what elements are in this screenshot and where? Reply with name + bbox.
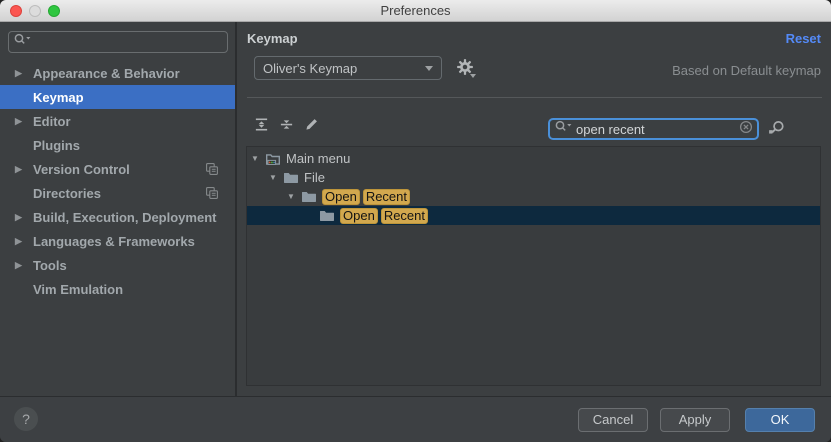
chevron-expanded-icon[interactable]: ▼ xyxy=(267,173,279,182)
project-level-icon xyxy=(205,186,219,200)
chevron-expanded-icon[interactable]: ▼ xyxy=(285,192,297,201)
sidebar-item-build-execution-deployment[interactable]: ▶Build, Execution, Deployment xyxy=(0,205,235,229)
sidebar-items: ▶Appearance & BehaviorKeymap▶EditorPlugi… xyxy=(0,61,235,301)
minimize-window-button xyxy=(29,5,41,17)
collapse-all-button[interactable] xyxy=(277,118,295,136)
chevron-right-icon[interactable]: ▶ xyxy=(15,212,33,223)
sidebar-item-label: Plugins xyxy=(33,138,80,153)
sidebar-item-appearance-behavior[interactable]: ▶Appearance & Behavior xyxy=(0,61,235,85)
preferences-window: Preferences ▶Appearance & BehaviorKeymap… xyxy=(0,0,831,442)
apply-button[interactable]: Apply xyxy=(660,408,730,432)
keymap-toolbar xyxy=(252,118,320,136)
tree-row-main-menu[interactable]: ▼ Main menu xyxy=(247,149,820,168)
sidebar-item-label: Keymap xyxy=(33,90,84,105)
sidebar-item-plugins[interactable]: Plugins xyxy=(0,133,235,157)
chevron-right-icon[interactable]: ▶ xyxy=(15,260,33,271)
tree-row-label: File xyxy=(304,170,325,185)
keymap-panel: Keymap Reset Oliver's Keymap Based on De… xyxy=(237,22,831,396)
sidebar-item-version-control[interactable]: ▶Version Control xyxy=(0,157,235,181)
search-match-highlight: Open xyxy=(340,208,378,224)
sidebar-item-label: Editor xyxy=(33,114,71,129)
sidebar-item-label: Vim Emulation xyxy=(33,282,123,297)
sidebar-item-editor[interactable]: ▶Editor xyxy=(0,109,235,133)
chevron-right-icon[interactable]: ▶ xyxy=(15,116,33,127)
chevron-right-icon[interactable]: ▶ xyxy=(15,236,33,247)
dialog-footer: ? Cancel Apply OK xyxy=(0,396,831,442)
zoom-window-button[interactable] xyxy=(48,5,60,17)
search-match-highlight: Open xyxy=(322,189,360,205)
expand-all-icon xyxy=(254,117,269,137)
chevron-right-icon[interactable]: ▶ xyxy=(15,68,33,79)
actions-tree: ▼Main menu▼File▼OpenRecentOpenRecent xyxy=(246,146,821,386)
settings-sidebar: ▶Appearance & BehaviorKeymap▶EditorPlugi… xyxy=(0,22,237,396)
collapse-all-icon xyxy=(279,117,294,137)
ok-button[interactable]: OK xyxy=(745,408,815,432)
expand-all-button[interactable] xyxy=(252,118,270,136)
keymap-select[interactable]: Oliver's Keymap xyxy=(254,56,442,80)
sidebar-item-tools[interactable]: ▶Tools xyxy=(0,253,235,277)
folder-icon xyxy=(283,170,299,186)
action-search-input[interactable] xyxy=(576,122,739,137)
search-match-highlight: Recent xyxy=(363,189,410,205)
sidebar-item-label: Appearance & Behavior xyxy=(33,66,180,81)
cancel-button[interactable]: Cancel xyxy=(578,408,648,432)
chevron-down-icon xyxy=(425,66,433,71)
sidebar-item-vim-emulation[interactable]: Vim Emulation xyxy=(0,277,235,301)
sidebar-item-directories[interactable]: Directories xyxy=(0,181,235,205)
page-title: Keymap xyxy=(247,31,298,46)
settings-search-input[interactable] xyxy=(33,35,223,50)
keymap-select-value: Oliver's Keymap xyxy=(263,61,357,76)
tree-row-open-recent[interactable]: ▼ OpenRecent xyxy=(247,187,820,206)
project-level-icon xyxy=(205,162,219,176)
folder-icon xyxy=(301,189,317,205)
edit-shortcut-button[interactable] xyxy=(302,118,320,136)
sidebar-item-keymap[interactable]: Keymap xyxy=(0,85,235,109)
header-separator xyxy=(247,97,822,98)
clear-search-icon[interactable] xyxy=(739,120,753,139)
window-title: Preferences xyxy=(0,0,831,21)
dialog-content: ▶Appearance & BehaviorKeymap▶EditorPlugi… xyxy=(0,22,831,396)
search-icon xyxy=(554,119,574,139)
tree-row-open-recent[interactable]: OpenRecent xyxy=(247,206,820,225)
settings-search-field[interactable] xyxy=(8,31,228,53)
titlebar: Preferences xyxy=(0,0,831,22)
traffic-lights xyxy=(10,5,60,17)
action-search-field[interactable] xyxy=(548,118,759,140)
folder-icon xyxy=(319,208,335,224)
sidebar-item-label: Directories xyxy=(33,186,101,201)
search-icon xyxy=(13,32,33,52)
search-match-highlight: Recent xyxy=(381,208,428,224)
edit-pencil-icon xyxy=(304,117,319,137)
sidebar-item-label: Tools xyxy=(33,258,67,273)
main-menu-icon xyxy=(265,151,281,167)
close-window-button[interactable] xyxy=(10,5,22,17)
based-on-label: Based on Default keymap xyxy=(672,63,821,78)
sidebar-item-label: Languages & Frameworks xyxy=(33,234,195,249)
sidebar-item-languages-frameworks[interactable]: ▶Languages & Frameworks xyxy=(0,229,235,253)
chevron-down-icon xyxy=(470,74,476,78)
reset-link[interactable]: Reset xyxy=(786,31,821,46)
help-button[interactable]: ? xyxy=(14,407,38,431)
tree-row-file[interactable]: ▼ File xyxy=(247,168,820,187)
chevron-right-icon[interactable]: ▶ xyxy=(15,164,33,175)
sidebar-item-label: Version Control xyxy=(33,162,130,177)
find-by-shortcut-button[interactable] xyxy=(767,119,786,138)
sidebar-item-label: Build, Execution, Deployment xyxy=(33,210,216,225)
tree-row-label: Main menu xyxy=(286,151,350,166)
chevron-expanded-icon[interactable]: ▼ xyxy=(249,154,261,163)
